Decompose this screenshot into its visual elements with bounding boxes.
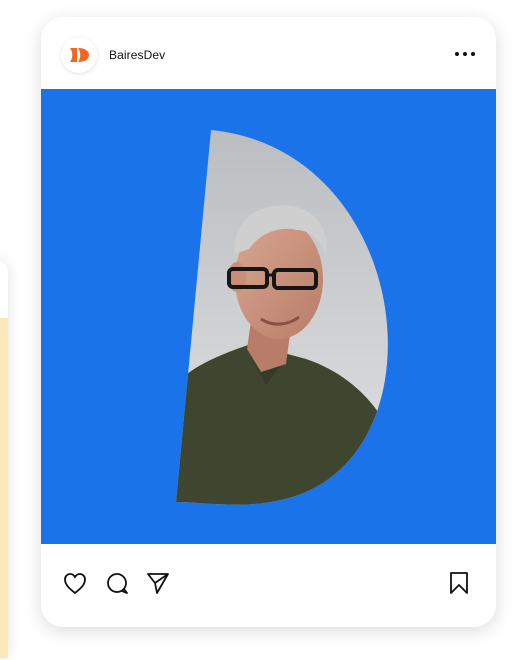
background-card — [0, 260, 8, 660]
bairesdev-logo-icon — [70, 48, 89, 62]
like-icon[interactable] — [61, 569, 89, 597]
comment-icon[interactable] — [103, 569, 131, 597]
post-header: BairesDev — [41, 17, 496, 89]
portrait-photo — [176, 130, 388, 505]
social-post-card: BairesDev — [41, 17, 496, 627]
background-card-stripe — [0, 318, 8, 658]
more-options-icon[interactable] — [452, 47, 478, 61]
bookmark-icon[interactable] — [445, 569, 473, 597]
post-image[interactable] — [41, 89, 496, 544]
share-icon[interactable] — [144, 569, 172, 597]
account-avatar[interactable] — [61, 37, 97, 73]
portrait-half-circle — [176, 130, 388, 505]
account-name[interactable]: BairesDev — [109, 48, 165, 62]
